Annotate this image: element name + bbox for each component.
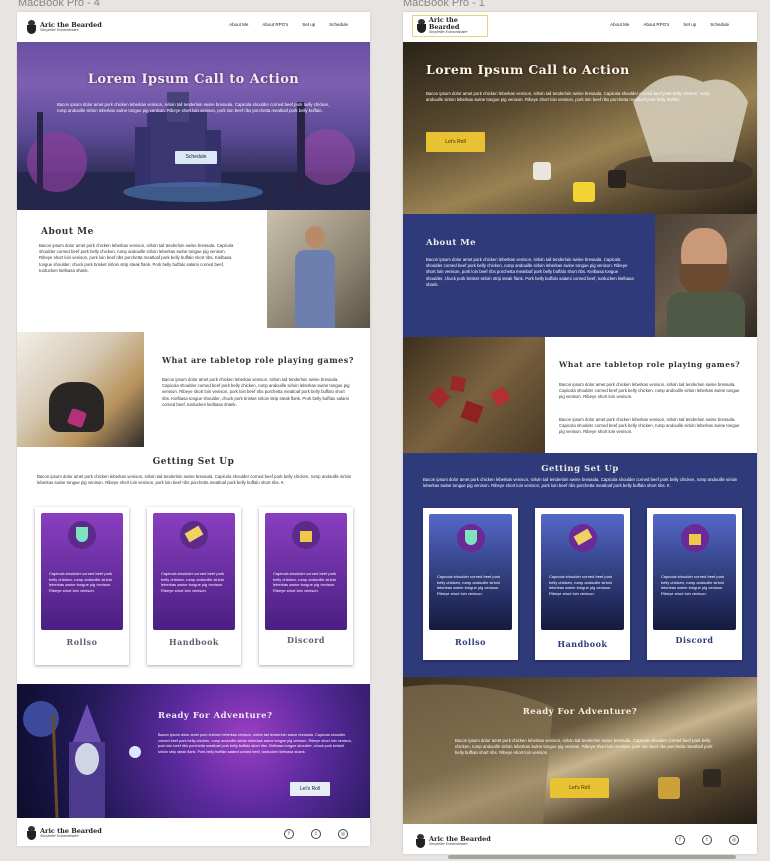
brand-tagline: Storyteller Extraordinaire xyxy=(40,28,79,32)
aric-portrait-photo xyxy=(655,214,757,337)
adventure-title: Ready For Adventure? xyxy=(158,711,273,721)
setup-section: Getting Set Up Bacon ipsum dolor amet po… xyxy=(17,447,370,684)
about-title: About Me xyxy=(41,227,94,237)
setup-title: Getting Set Up xyxy=(541,464,619,474)
card-rollso[interactable]: Capicola shoulder corned beef pork belly… xyxy=(423,508,518,660)
schedule-button[interactable]: Schedule xyxy=(175,151,217,164)
brand-logo[interactable]: Aric the Bearded Storyteller Extraordina… xyxy=(412,15,488,37)
setup-title: Getting Set Up xyxy=(152,457,235,467)
twitter-icon[interactable]: t xyxy=(702,835,712,845)
tabletop-text: Bacon ipsum dolor amet pork chicken lebe… xyxy=(162,377,350,407)
card-discord[interactable]: Capicola shoulder corned beef pork belly… xyxy=(259,507,353,665)
lets-roll-hero-button[interactable]: Let's Roll xyxy=(426,132,485,152)
bearded-head-icon xyxy=(27,826,36,840)
bearded-head-icon xyxy=(416,834,425,848)
dice-bag-photo xyxy=(17,332,144,447)
instagram-icon[interactable]: ◎ xyxy=(338,829,348,839)
tabletop-section: What are tabletop role playing games? Ba… xyxy=(17,332,370,447)
about-title: About Me xyxy=(426,238,477,248)
bearded-head-icon xyxy=(27,20,36,34)
castle-illustration xyxy=(17,92,370,210)
instagram-icon[interactable]: ◎ xyxy=(729,835,739,845)
brand-logo[interactable]: Aric the Bearded Storyteller Extraordina… xyxy=(27,18,102,36)
facebook-icon[interactable]: f xyxy=(675,835,685,845)
nav-set-up[interactable]: Set up xyxy=(302,22,315,27)
dice-photo xyxy=(403,337,545,453)
hero-text: Bacon ipsum dolor amet pork chicken lebe… xyxy=(57,102,330,114)
top-nav: Aric the Bearded Storyteller Extraordina… xyxy=(17,12,370,42)
artboard-macbook-pro-1: Aric the Bearded Storyteller Extraordina… xyxy=(403,12,757,854)
brand-name: Aric the Bearded xyxy=(428,16,460,31)
about-section: About Me Bacon ipsum dolor amet pork chi… xyxy=(17,210,370,328)
nav-about-rpgs[interactable]: About RPG's xyxy=(262,22,288,27)
footer-logo[interactable]: Aric the Bearded Storyteller Extraordina… xyxy=(27,824,102,842)
card-discord-label: Discord xyxy=(675,635,714,645)
top-nav: Aric the Bearded Storyteller Extraordina… xyxy=(403,12,757,42)
hero-title: Lorem Ipsum Call to Action xyxy=(87,72,300,87)
card-handbook[interactable]: Capicola shoulder corned beef pork belly… xyxy=(147,507,241,665)
tabletop-text-1: Bacon ipsum dolor amet pork chicken lebe… xyxy=(559,382,740,400)
twitter-icon[interactable]: t xyxy=(311,829,321,839)
card-rollso[interactable]: Capicola shoulder corned beef pork belly… xyxy=(35,507,129,665)
nav-schedule[interactable]: Schedule xyxy=(710,22,729,27)
nav-set-up[interactable]: Set up xyxy=(683,22,696,27)
tabletop-text-2: Bacon ipsum dolor amet pork chicken lebe… xyxy=(559,417,740,435)
footer-logo[interactable]: Aric the Bearded Storyteller Extraordina… xyxy=(416,832,491,850)
tabletop-section: What are tabletop role playing games? Ba… xyxy=(403,337,757,453)
footer: Aric the Bearded Storyteller Extraordina… xyxy=(17,818,370,846)
hero-title: Lorem Ipsum Call to Action xyxy=(426,62,630,77)
card-handbook-text: Capicola shoulder corned beef pork belly… xyxy=(549,574,613,596)
brand-tagline: Storyteller Extraordinaire xyxy=(428,30,468,35)
nav-schedule[interactable]: Schedule xyxy=(329,22,348,27)
setup-text: Bacon ipsum dolor amet pork chicken lebe… xyxy=(423,477,738,489)
footer-brand-tagline: Storyteller Extraordinaire xyxy=(429,842,468,846)
nav-about-me[interactable]: About Me xyxy=(229,22,248,27)
card-handbook-text: Capicola shoulder corned beef pork belly… xyxy=(161,571,225,593)
facebook-icon[interactable]: f xyxy=(284,829,294,839)
card-rollso-label: Rollso xyxy=(66,637,98,647)
artboard-label-1: MacBook Pro - 4 xyxy=(18,0,100,9)
setup-text: Bacon ipsum dolor amet pork chicken lebe… xyxy=(37,474,352,486)
card-rollso-text: Capicola shoulder corned beef pork belly… xyxy=(49,571,113,593)
setup-section: Getting Set Up Bacon ipsum dolor amet po… xyxy=(403,453,757,677)
about-text: Bacon ipsum dolor amet pork chicken lebe… xyxy=(39,243,234,273)
about-text: Bacon ipsum dolor amet pork chicken lebe… xyxy=(426,257,634,287)
hero-section: Lorem Ipsum Call to Action Bacon ipsum d… xyxy=(17,42,370,210)
hero-text: Bacon ipsum dolor amet pork chicken lebe… xyxy=(426,91,710,103)
adventure-section: Ready For Adventure? Bacon ipsum dolor a… xyxy=(17,684,370,818)
footer: Aric the Bearded Storyteller Extraordina… xyxy=(403,824,757,854)
tabletop-title: What are tabletop role playing games? xyxy=(162,355,354,365)
card-handbook-label: Handbook xyxy=(169,637,219,647)
lets-roll-button[interactable]: Let's Roll xyxy=(550,778,609,798)
card-discord-text: Capicola shoulder corned beef pork belly… xyxy=(661,574,725,596)
nav-about-me[interactable]: About Me xyxy=(610,22,629,27)
card-handbook-label: Handbook xyxy=(557,639,608,649)
nav-about-rpgs[interactable]: About RPG's xyxy=(643,22,669,27)
card-handbook[interactable]: Capicola shoulder corned beef pork belly… xyxy=(535,508,630,660)
adventure-section: Ready For Adventure? Bacon ipsum dolor a… xyxy=(403,677,757,824)
hero-section: Lorem Ipsum Call to Action Bacon ipsum d… xyxy=(403,42,757,214)
aric-photo xyxy=(267,210,370,328)
bearded-head-icon xyxy=(417,19,426,33)
card-rollso-text: Capicola shoulder corned beef pork belly… xyxy=(437,574,501,596)
horizontal-scrollbar[interactable] xyxy=(448,855,736,859)
card-discord[interactable]: Capicola shoulder corned beef pork belly… xyxy=(647,508,742,660)
adventure-title: Ready For Adventure? xyxy=(522,707,638,717)
card-discord-text: Capicola shoulder corned beef pork belly… xyxy=(273,571,337,593)
card-discord-label: Discord xyxy=(287,635,325,645)
artboard-label-2: MacBook Pro - 1 xyxy=(403,0,485,9)
adventure-text: Bacon ipsum dolor amet pork chicken lebe… xyxy=(455,738,713,756)
artboard-macbook-pro-4: Aric the Bearded Storyteller Extraordina… xyxy=(17,12,370,846)
tabletop-title: What are tabletop role playing games? xyxy=(559,360,741,369)
card-rollso-label: Rollso xyxy=(455,637,486,647)
lets-roll-button[interactable]: Let's Roll xyxy=(290,782,330,796)
about-section: About Me Bacon ipsum dolor amet pork chi… xyxy=(403,214,757,337)
footer-brand-tagline: Storyteller Extraordinaire xyxy=(40,834,79,838)
adventure-text: Bacon ipsum dolor amet pork chicken lebe… xyxy=(158,733,352,754)
